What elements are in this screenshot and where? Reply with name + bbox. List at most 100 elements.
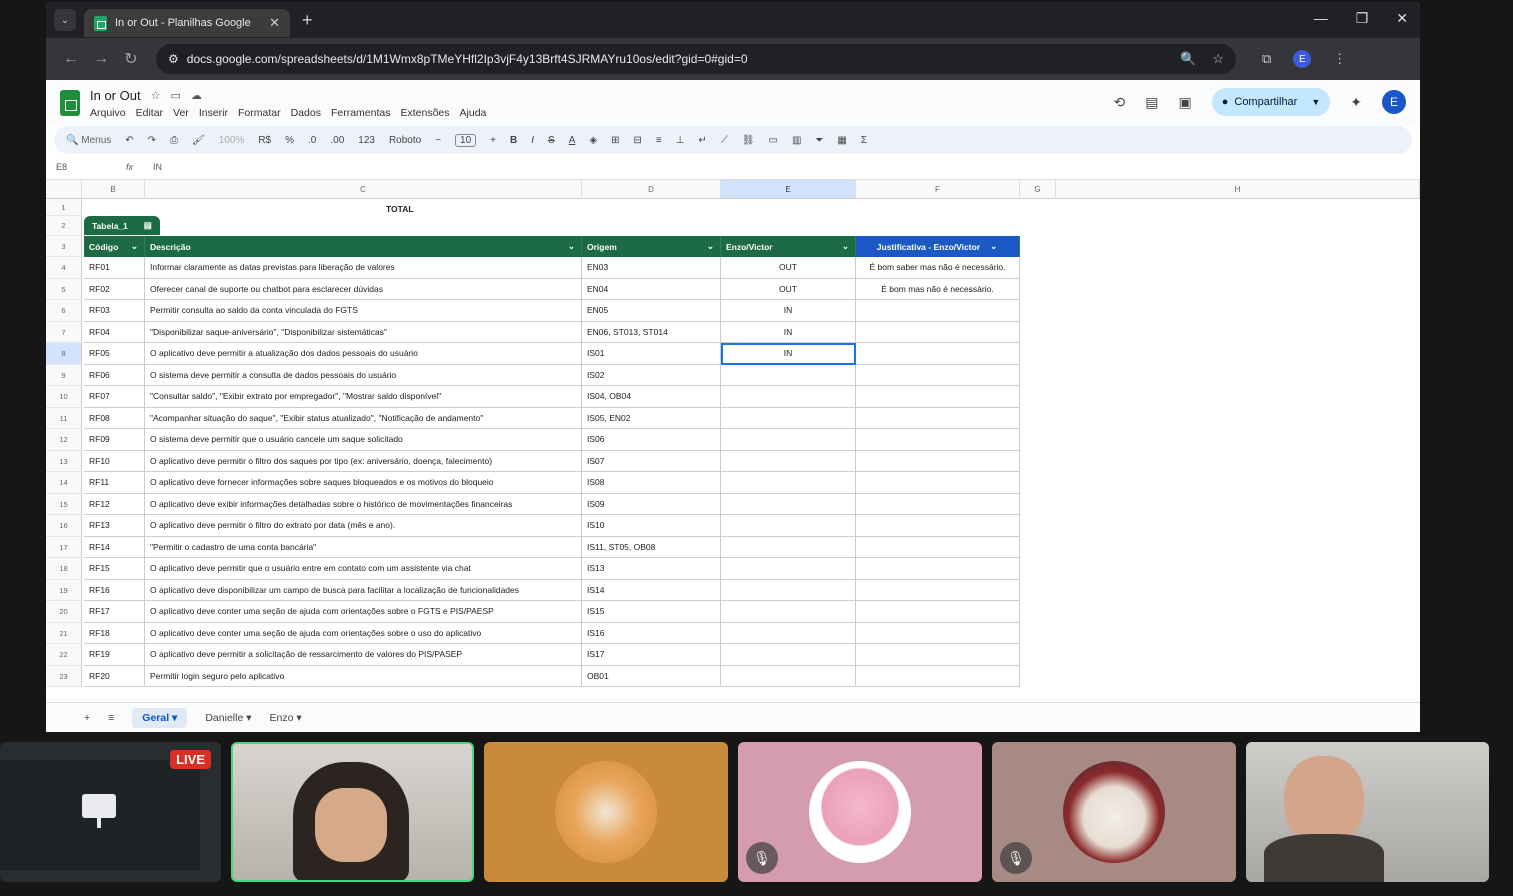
cell-description[interactable]: O aplicativo deve conter uma seção de aj… [145,622,582,644]
meet-icon[interactable]: ▣ [1178,94,1191,111]
cell-description[interactable]: Permitir consulta ao saldo da conta vinc… [145,300,582,322]
chevron-down-icon[interactable]: ▼ [1311,97,1320,107]
paint-format-icon[interactable]: 🖌 [192,135,205,146]
row-header[interactable]: 18 [46,558,82,580]
search-menus[interactable]: 🔍 Menus [66,135,111,146]
cell-origin[interactable]: IS15 [582,601,721,623]
url-input[interactable]: ⚙ docs.google.com/spreadsheets/d/1M1Wmx8… [156,44,1236,74]
cell-description[interactable]: "Disponibilizar saque-aniversário", "Dis… [145,321,582,343]
cell-status[interactable] [721,536,856,558]
cell-justification[interactable] [856,644,1020,666]
number-format[interactable]: 123 [358,135,375,146]
cell-description[interactable]: "Permitir o cadastro de uma conta bancár… [145,536,582,558]
participant-tile-camera-2[interactable] [1246,742,1489,882]
column-header-e[interactable]: E [721,180,856,199]
header-code[interactable]: Código ⌄ [84,236,145,257]
new-tab-icon[interactable]: + [302,10,313,31]
cell-description[interactable]: O aplicativo deve permitir a atualização… [145,343,582,365]
cell-status[interactable] [721,579,856,601]
bold-icon[interactable]: B [510,135,517,146]
fill-color-icon[interactable]: ◈ [589,135,597,146]
cell-status[interactable] [721,450,856,472]
header-description[interactable]: Descrição ⌄ [145,236,582,257]
gemini-icon[interactable]: ✦ [1350,94,1362,111]
cell-justification[interactable] [856,407,1020,429]
cell-status[interactable]: IN [721,300,856,322]
cell-origin[interactable]: IS16 [582,622,721,644]
add-sheet-icon[interactable]: + [84,712,90,724]
row-header[interactable]: 14 [46,472,82,494]
cell-code[interactable]: RF19 [84,644,145,666]
cell-code[interactable]: RF17 [84,601,145,623]
cell-status[interactable]: OUT [721,278,856,300]
zoom-icon[interactable]: 🔍 [1180,51,1196,67]
cell-status[interactable]: OUT [721,257,856,279]
comments-icon[interactable]: ▤ [1145,94,1158,111]
cell-origin[interactable]: EN03 [582,257,721,279]
cell-status[interactable] [721,515,856,537]
cell-justification[interactable] [856,386,1020,408]
row-header[interactable]: 6 [46,300,82,322]
font-size-decrease-icon[interactable]: − [435,135,441,146]
cell-justification[interactable] [856,579,1020,601]
cell-justification[interactable] [856,601,1020,623]
vertical-align-icon[interactable]: ⊥ [676,135,685,146]
filter-icon[interactable]: ⏷ [815,135,823,146]
cell-code[interactable]: RF13 [84,515,145,537]
cell-status[interactable] [721,472,856,494]
cell-description[interactable]: O aplicativo deve permitir o filtro dos … [145,450,582,472]
cell-description[interactable]: O aplicativo deve exibir informações det… [145,493,582,515]
increase-decimal-icon[interactable]: .00 [330,135,344,146]
document-title[interactable]: In or Out [90,88,141,103]
row-header[interactable]: 13 [46,450,82,472]
cell-origin[interactable]: EN04 [582,278,721,300]
cell-origin[interactable]: EN06, ST013, ST014 [582,321,721,343]
menu-format[interactable]: Formatar [238,107,281,119]
cell-code[interactable]: RF04 [84,321,145,343]
cell-justification[interactable]: É bom mas não é necessário. [856,278,1020,300]
undo-icon[interactable]: ↶ [125,135,133,146]
row-header[interactable]: 20 [46,601,82,623]
cell-code[interactable]: RF03 [84,300,145,322]
cell-description[interactable]: Informar claramente as datas previstas p… [145,257,582,279]
cell-status[interactable] [721,429,856,451]
bookmark-star-icon[interactable]: ☆ [1212,51,1224,67]
text-wrap-icon[interactable]: ↵ [698,135,706,146]
cell-status[interactable] [721,558,856,580]
cell-origin[interactable]: IS10 [582,515,721,537]
cell-code[interactable]: RF16 [84,579,145,601]
insert-chart-icon[interactable]: ▥ [792,135,801,146]
cell-code[interactable]: RF12 [84,493,145,515]
cell-origin[interactable]: IS17 [582,644,721,666]
name-box[interactable]: E8 [56,162,106,172]
cell-origin[interactable]: EN05 [582,300,721,322]
sheet-tab-enzo[interactable]: Enzo ▾ [270,712,302,724]
row-header[interactable]: 7 [46,321,82,343]
menu-help[interactable]: Ajuda [460,107,487,119]
star-icon[interactable]: ☆ [151,89,161,102]
header-justification[interactable]: Justificativa - Enzo/Victor ⌄ [856,236,1020,257]
cell-code[interactable]: RF14 [84,536,145,558]
italic-icon[interactable]: I [531,135,534,146]
cell-origin[interactable]: IS07 [582,450,721,472]
cell-status[interactable] [721,493,856,515]
row-header[interactable]: 16 [46,515,82,537]
browser-tab[interactable]: In or Out - Planilhas Google ✕ [84,9,290,37]
row-header[interactable]: 10 [46,386,82,408]
cell-origin[interactable]: IS11, ST05, OB08 [582,536,721,558]
cell-description[interactable]: O aplicativo deve permitir que o usuário… [145,558,582,580]
cell-origin[interactable]: IS01 [582,343,721,365]
row-header[interactable]: 4 [46,257,82,279]
row-header[interactable]: 2 [46,216,82,236]
cell-status[interactable] [721,407,856,429]
cell-justification[interactable] [856,300,1020,322]
zoom-select[interactable]: 100% [219,135,245,146]
row-header[interactable]: 21 [46,622,82,644]
column-header-h[interactable]: H [1056,180,1420,199]
cell-justification[interactable] [856,536,1020,558]
menu-edit[interactable]: Editar [136,107,163,119]
menu-file[interactable]: Arquivo [90,107,126,119]
decrease-decimal-icon[interactable]: .0 [308,135,316,146]
all-sheets-icon[interactable]: ≡ [108,712,114,724]
functions-icon[interactable]: Σ [861,135,867,146]
